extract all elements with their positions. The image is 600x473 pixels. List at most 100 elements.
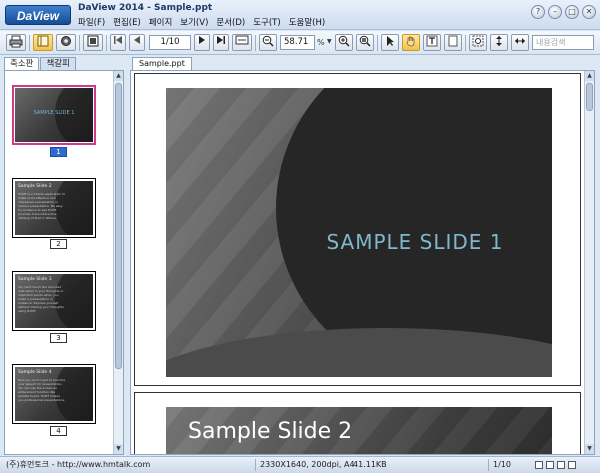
thumbnail-2[interactable]: Sample Slide 2 HoMT is a mobile applicat… [12,178,96,238]
maximize-button[interactable]: □ [565,5,579,19]
status-bar: (주)휴먼토크 - http://www.hmtalk.com 2330X164… [0,456,600,473]
print-button[interactable] [6,34,26,51]
scroll-up-icon[interactable]: ▲ [114,71,123,81]
minimize-button[interactable]: – [548,5,562,19]
scroll-up-icon[interactable]: ▲ [585,71,594,81]
company-link[interactable]: (주)휴먼토크 - http://www.hmtalk.com [6,457,150,472]
file-size: 41.11KB [353,460,387,469]
thumbnail-4[interactable]: Sample Slide 4 Now you don't need to pra… [12,364,96,424]
menu-help[interactable]: 도움말(H) [289,16,325,28]
window-title: DaView 2014 - Sample.ppt [78,3,213,13]
menu-document[interactable]: 문서(D) [216,16,245,28]
first-page-icon [114,36,122,44]
cursor-arrow-icon [387,36,394,46]
next-page-button[interactable] [194,34,210,51]
settings-button[interactable] [56,34,76,51]
fit-width-button[interactable] [511,34,529,51]
fit-height-button[interactable] [490,34,508,51]
zoom-area-button[interactable] [469,34,487,51]
menu-file[interactable]: 파일(F) [78,16,105,28]
thumbnail-body: HoMT is a mobile application to make mor… [18,192,66,220]
hand-icon [406,36,415,47]
thumbnail-number[interactable]: 2 [50,239,67,249]
blank-page-icon [448,35,458,47]
last-page-icon [217,36,225,44]
scrollbar-thumb[interactable] [586,83,593,111]
thumbnail-title: Sample Slide 4 [18,370,52,375]
prev-page-icon [134,36,140,44]
panel-icon [37,35,49,47]
select-tool-button[interactable] [381,34,399,51]
thumbnail-3[interactable]: Sample Slide 3 You can't touch the recor… [12,271,96,331]
close-button[interactable]: ✕ [582,5,596,19]
scroll-down-icon[interactable]: ▼ [585,444,594,454]
page-number-field[interactable]: 1/10 [149,35,191,50]
document-scrollbar[interactable]: ▲ ▼ [584,71,594,454]
left-panel-tabs: 축소판 책갈피 [4,57,76,70]
thumbnail-body: You can't touch the recorded note when i… [18,285,64,313]
menu-page[interactable]: 페이지 [149,16,172,28]
printer-icon [9,35,23,48]
zoom-field[interactable]: 58.71 [280,35,315,50]
page-info: 2330X1640, 200dpi, A4 [260,460,355,469]
fit-width-icon [515,38,525,44]
zoom-area-icon [472,35,484,47]
fullscreen-button[interactable] [83,34,103,51]
slide-title: SAMPLE SLIDE 1 [326,230,504,254]
last-page-button[interactable] [213,34,229,51]
menu-view[interactable]: 보기(V) [180,16,208,28]
tab-thumbnails[interactable]: 축소판 [4,57,40,70]
thumbnail-number[interactable]: 4 [50,426,67,436]
text-icon [426,35,438,47]
fit-height-icon [496,36,502,46]
prev-page-button[interactable] [129,34,145,51]
thumbnail-title: Sample Slide 2 [18,184,52,189]
text-tool-button[interactable] [423,34,441,51]
title-bar: DaView DaView 2014 - Sample.ppt 파일(F) 편집… [0,0,600,30]
thumbnail-title: SAMPLE SLIDE 1 [33,110,75,116]
sidebar-toggle-button[interactable] [33,34,53,51]
slide-1: SAMPLE SLIDE 1 [166,88,552,377]
slide-title: Sample Slide 2 [188,419,353,444]
menu-tools[interactable]: 도구(T) [253,16,280,28]
help-button[interactable]: ? [531,5,545,19]
goto-page-button[interactable] [232,34,252,51]
zoom-in-button[interactable] [335,34,353,51]
hand-tool-button[interactable] [402,34,420,51]
two-page-icon[interactable] [557,461,565,469]
goto-icon [235,35,249,45]
thumbnail-number[interactable]: 1 [50,147,67,157]
zoom-dropdown-icon[interactable]: ▼ [327,38,332,45]
zoom-out-button[interactable] [259,34,277,51]
zoom-out-icon [262,35,274,47]
zoom-unit-label: % [317,38,325,47]
window-controls: ? – □ ✕ [531,5,596,19]
thumbnail-number[interactable]: 3 [50,333,67,343]
thumbnail-body: Now you don't need to practice your spee… [18,378,66,402]
scroll-down-icon[interactable]: ▼ [114,444,123,454]
content-search-input[interactable]: 내용검색 [532,35,594,50]
scrollbar-thumb[interactable] [115,83,122,369]
thumbnail-scrollbar[interactable]: ▲ ▼ [113,71,123,454]
thumbnail-title: Sample Slide 3 [18,277,52,282]
menu-edit[interactable]: 편집(E) [113,16,141,28]
document-view: SAMPLE SLIDE 1 Sample Slide 2 ▲ ▼ [130,70,595,455]
app-logo: DaView [5,5,71,25]
tab-document[interactable]: Sample.ppt [132,57,192,70]
fit-page-button[interactable] [356,34,374,51]
fit-zoom-icon [359,35,371,47]
tab-bookmarks[interactable]: 책갈피 [40,57,76,70]
page-indicator: 1/10 [493,460,511,469]
slide-page-1: SAMPLE SLIDE 1 [134,73,581,386]
next-page-icon [199,36,205,44]
single-page-icon[interactable] [535,461,543,469]
snapshot-tool-button[interactable] [444,34,462,51]
thumbnail-1[interactable]: SAMPLE SLIDE 1 [12,85,96,145]
first-page-button[interactable] [110,34,126,51]
toolbar: 1/10 58.71 % ▼ 내용검색 [0,31,600,55]
slide-2: Sample Slide 2 [166,407,552,454]
continuous-icon[interactable] [546,461,554,469]
menu-bar: 파일(F) 편집(E) 페이지 보기(V) 문서(D) 도구(T) 도움말(H) [78,16,325,28]
gear-icon [61,36,71,46]
book-view-icon[interactable] [568,461,576,469]
